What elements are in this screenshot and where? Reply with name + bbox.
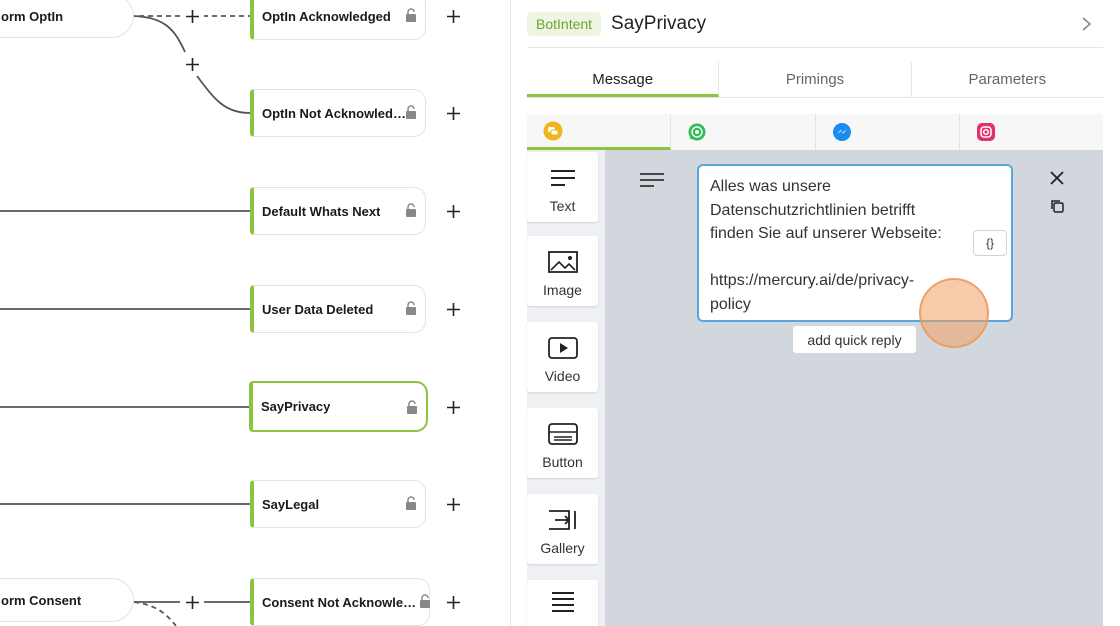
tool-gallery[interactable]: Gallery <box>527 494 598 564</box>
flow-node-user-data-deleted[interactable]: User Data Deleted <box>250 285 426 333</box>
flow-node-label: SayPrivacy <box>261 399 331 414</box>
click-indicator <box>919 278 989 348</box>
intent-panel: BotIntent SayPrivacy Message Primings Pa… <box>510 0 1120 626</box>
close-icon[interactable] <box>1049 170 1065 186</box>
message-editor: Alles was unsere Datenschutzrichtlinien … <box>605 150 1103 626</box>
gallery-icon <box>548 510 576 530</box>
flow-node-label: Default Whats Next <box>262 203 381 219</box>
plus-icon <box>446 106 460 120</box>
plus-icon <box>185 57 199 71</box>
text-message-icon <box>640 173 664 187</box>
tab-primings[interactable]: Primings <box>719 62 912 97</box>
whatsapp-icon <box>688 123 706 141</box>
flow-node-consent-not-acknowledged[interactable]: Consent Not Acknowledg... <box>250 578 430 626</box>
lock-icon[interactable] <box>405 496 417 510</box>
add-edge-button[interactable] <box>180 52 204 76</box>
add-quick-reply-button[interactable]: add quick reply <box>793 326 916 353</box>
add-node-button[interactable] <box>441 590 465 614</box>
channel-tabs <box>527 114 1103 150</box>
plus-icon <box>446 9 460 23</box>
plus-icon <box>446 595 460 609</box>
list-icon <box>551 592 574 612</box>
flow-node-label: orm Consent <box>1 592 82 608</box>
tool-list[interactable] <box>527 580 598 626</box>
channel-tab-messenger[interactable] <box>816 114 960 150</box>
chevron-right-icon[interactable] <box>1079 16 1093 32</box>
message-type-toolbox: Text Image Video Button Gallery <box>527 150 605 626</box>
tool-label: Image <box>543 282 582 298</box>
image-icon <box>547 251 578 273</box>
plus-icon <box>446 497 460 511</box>
tool-button[interactable]: Button <box>527 408 598 478</box>
flow-node-label: OptIn Not Acknowledged <box>262 105 412 121</box>
lock-icon[interactable] <box>405 105 417 119</box>
lock-icon[interactable] <box>406 400 418 414</box>
copy-icon[interactable] <box>1049 198 1065 214</box>
flow-canvas[interactable]: orm OptIn orm Consent OptIn Acknowledged… <box>0 0 510 626</box>
tool-text[interactable]: Text <box>527 152 598 222</box>
channel-tab-instagram[interactable] <box>960 114 1103 150</box>
flow-node-label: OptIn Acknowledged <box>262 8 391 24</box>
tool-image[interactable]: Image <box>527 236 598 306</box>
add-node-button[interactable] <box>441 101 465 125</box>
plus-icon <box>446 400 460 414</box>
tool-label: Video <box>544 368 581 384</box>
tab-message[interactable]: Message <box>527 62 720 97</box>
flow-node-default-whats-next[interactable]: Default Whats Next <box>250 187 426 235</box>
flow-node-saylegal[interactable]: SayLegal <box>250 480 426 528</box>
add-edge-button[interactable] <box>180 4 204 28</box>
panel-tabs: Message Primings Parameters <box>527 62 1103 98</box>
messenger-icon <box>832 123 851 141</box>
add-node-button[interactable] <box>441 199 465 223</box>
flow-node-saypprivacy-selected[interactable]: SayPrivacy <box>249 381 428 432</box>
intent-title: SayPrivacy <box>611 12 707 34</box>
chat-icon <box>543 121 563 140</box>
flow-node-form-consent[interactable]: orm Consent <box>0 578 134 622</box>
flow-node-label: Consent Not Acknowledg... <box>262 594 420 610</box>
add-edge-button[interactable] <box>180 590 204 614</box>
tool-video[interactable]: Video <box>527 322 598 392</box>
add-node-button[interactable] <box>441 297 465 321</box>
flow-node-label: User Data Deleted <box>262 301 374 317</box>
lock-icon[interactable] <box>405 8 417 22</box>
text-lines-icon <box>550 170 575 186</box>
intent-type-badge: BotIntent <box>527 11 602 36</box>
button-icon <box>547 423 578 445</box>
plus-icon <box>446 204 460 218</box>
lock-icon[interactable] <box>405 301 417 315</box>
flow-node-optin-not-acknowledged[interactable]: OptIn Not Acknowledged <box>250 89 426 137</box>
tool-label: Button <box>542 454 583 470</box>
add-node-button[interactable] <box>441 492 465 516</box>
tool-label: Text <box>549 198 576 214</box>
instagram-icon <box>976 123 995 141</box>
channel-tab-whatsapp[interactable] <box>671 114 816 150</box>
lock-icon[interactable] <box>419 594 431 608</box>
insert-variable-button[interactable]: {} <box>973 230 1007 256</box>
tool-label: Gallery <box>540 540 585 556</box>
add-node-button[interactable] <box>441 4 465 28</box>
tab-parameters[interactable]: Parameters <box>912 62 1103 97</box>
flow-node-form-optin[interactable]: orm OptIn <box>0 0 134 38</box>
plus-icon <box>185 595 199 609</box>
add-node-button[interactable] <box>441 395 465 419</box>
flow-node-optin-acknowledged[interactable]: OptIn Acknowledged <box>250 0 426 40</box>
plus-icon <box>185 9 199 23</box>
flow-node-label: orm OptIn <box>1 8 64 24</box>
panel-header: BotIntent SayPrivacy <box>527 0 1103 48</box>
lock-icon[interactable] <box>405 203 417 217</box>
plus-icon <box>446 302 460 316</box>
video-icon <box>547 337 578 359</box>
channel-tab-chat[interactable] <box>527 114 672 150</box>
flow-node-label: SayLegal <box>262 496 320 512</box>
